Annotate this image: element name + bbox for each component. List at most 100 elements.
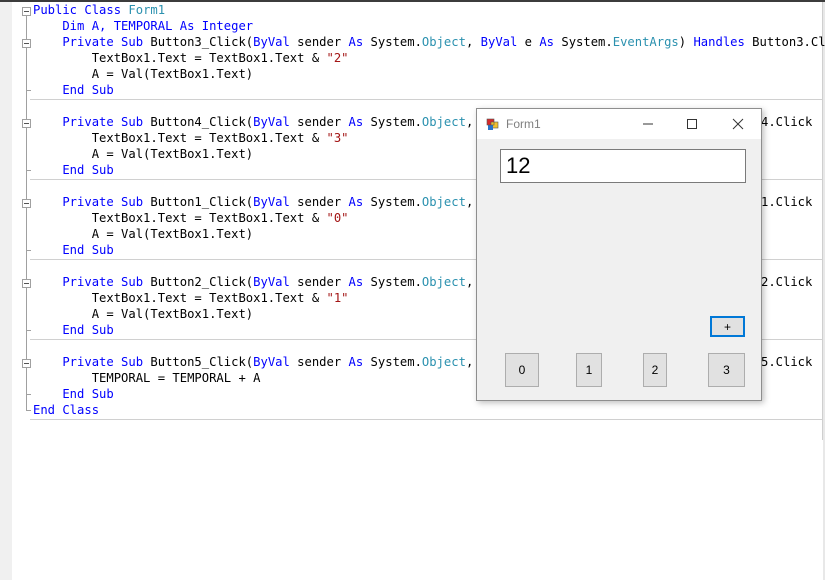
code-line: Dim A, TEMPORAL As Integer bbox=[33, 18, 253, 34]
keyword: Private Sub bbox=[33, 115, 151, 129]
code-line: Private Sub Button2_Click(ByVal sender A… bbox=[33, 274, 495, 290]
collapse-sub5-icon[interactable] bbox=[22, 359, 31, 368]
identifier: TextBox1.Text = TextBox1.Text & bbox=[33, 211, 327, 225]
type-name: Object bbox=[421, 195, 466, 209]
collapse-sub1-icon[interactable] bbox=[22, 199, 31, 208]
keyword: Public Class bbox=[33, 3, 129, 17]
sub5-fold-end bbox=[26, 394, 31, 395]
keyword: As bbox=[539, 35, 555, 49]
editor-left-margin bbox=[0, 2, 12, 580]
form-app-icon bbox=[486, 118, 499, 130]
punctuation: , bbox=[465, 35, 481, 49]
textbox1[interactable]: 12 bbox=[500, 149, 746, 183]
keyword: As bbox=[348, 35, 364, 49]
string-literal: "1" bbox=[326, 291, 349, 305]
code-line: TextBox1.Text = TextBox1.Text & "0" bbox=[33, 210, 349, 226]
close-button[interactable] bbox=[718, 112, 758, 136]
identifier: Button1_Click( bbox=[150, 195, 254, 209]
identifier: Button3_Click( bbox=[150, 35, 254, 49]
code-line: A = Val(TextBox1.Text) bbox=[33, 147, 254, 161]
collapse-class-icon[interactable] bbox=[22, 7, 31, 16]
minimize-button[interactable] bbox=[628, 112, 668, 136]
button-0[interactable]: 0 bbox=[505, 353, 539, 387]
form-titlebar[interactable]: Form1 bbox=[477, 109, 761, 139]
code-line: End Sub bbox=[33, 163, 114, 177]
identifier: Button4_Click( bbox=[150, 115, 254, 129]
identifier: System. bbox=[363, 275, 422, 289]
code-line: Private Sub Button3_Click(ByVal sender A… bbox=[33, 34, 825, 50]
maximize-icon bbox=[687, 119, 697, 129]
identifier: Button5_Click( bbox=[150, 355, 254, 369]
method-separator bbox=[30, 99, 822, 100]
type-name: Form1 bbox=[128, 3, 166, 17]
identifier: e bbox=[517, 35, 540, 49]
button-2[interactable]: 2 bbox=[643, 353, 667, 387]
identifier: System. bbox=[554, 35, 613, 49]
keyword: ByVal bbox=[253, 35, 290, 49]
sub2-fold-end bbox=[26, 330, 31, 331]
form-title: Form1 bbox=[506, 117, 541, 131]
code-line: End Sub bbox=[33, 323, 114, 337]
collapse-sub3-icon[interactable] bbox=[22, 39, 31, 48]
code-line: A = Val(TextBox1.Text) bbox=[33, 307, 254, 321]
punctuation: ) bbox=[678, 35, 694, 49]
identifier: System. bbox=[363, 195, 422, 209]
type-name: Object bbox=[421, 275, 466, 289]
keyword: Private Sub bbox=[33, 355, 151, 369]
code-line-tail: 1.Click bbox=[761, 195, 813, 209]
keyword: ByVal bbox=[253, 115, 290, 129]
sub3-fold-end bbox=[26, 90, 31, 91]
code-line: A = Val(TextBox1.Text) bbox=[33, 67, 254, 81]
collapse-sub4-icon[interactable] bbox=[22, 119, 31, 128]
string-literal: "2" bbox=[326, 51, 349, 65]
keyword: As bbox=[348, 115, 364, 129]
type-name: EventArgs bbox=[612, 35, 679, 49]
close-icon bbox=[732, 118, 744, 130]
button-3[interactable]: 3 bbox=[708, 353, 745, 387]
class-fold-line bbox=[26, 16, 27, 410]
code-line: A = Val(TextBox1.Text) bbox=[33, 227, 254, 241]
button-1[interactable]: 1 bbox=[576, 353, 602, 387]
code-line: Private Sub Button4_Click(ByVal sender A… bbox=[33, 114, 495, 130]
keyword: ByVal bbox=[253, 195, 290, 209]
identifier: sender bbox=[289, 275, 349, 289]
keyword: Private Sub bbox=[33, 275, 151, 289]
type-name: Object bbox=[421, 35, 466, 49]
collapse-sub2-icon[interactable] bbox=[22, 279, 31, 288]
type-name: Object bbox=[421, 355, 466, 369]
identifier: System. bbox=[363, 115, 422, 129]
sub1-fold-end bbox=[26, 250, 31, 251]
type-name: Object bbox=[421, 115, 466, 129]
keyword: ByVal bbox=[253, 275, 290, 289]
code-line: TextBox1.Text = TextBox1.Text & "1" bbox=[33, 290, 349, 306]
identifier: TextBox1.Text = TextBox1.Text & bbox=[33, 51, 327, 65]
class-end-separator bbox=[30, 419, 822, 420]
code-line: End Class bbox=[33, 403, 100, 417]
code-line: Private Sub Button5_Click(ByVal sender A… bbox=[33, 354, 495, 370]
form1-window[interactable]: Form1 12 + 0 1 2 3 bbox=[476, 108, 762, 401]
keyword: ByVal bbox=[480, 35, 518, 49]
code-line: TEMPORAL = TEMPORAL + A bbox=[33, 371, 261, 385]
code-line: Public Class Form1 bbox=[33, 2, 165, 18]
identifier: sender bbox=[289, 355, 349, 369]
identifier: TextBox1.Text = TextBox1.Text & bbox=[33, 131, 327, 145]
identifier: Button2_Click( bbox=[150, 275, 254, 289]
code-line: End Sub bbox=[33, 387, 114, 401]
code-line: Private Sub Button1_Click(ByVal sender A… bbox=[33, 194, 495, 210]
keyword: Private Sub bbox=[33, 195, 151, 209]
identifier: Button3.Click bbox=[752, 35, 825, 49]
keyword: ByVal bbox=[253, 355, 290, 369]
class-fold-end bbox=[26, 410, 31, 411]
plus-button[interactable]: + bbox=[710, 316, 745, 337]
code-line: TextBox1.Text = TextBox1.Text & "3" bbox=[33, 130, 349, 146]
identifier: TextBox1.Text = TextBox1.Text & bbox=[33, 291, 327, 305]
keyword: Private Sub bbox=[33, 35, 151, 49]
keyword: As bbox=[348, 275, 364, 289]
code-line: TextBox1.Text = TextBox1.Text & "2" bbox=[33, 50, 349, 66]
code-line: End Sub bbox=[33, 83, 114, 97]
maximize-button[interactable] bbox=[672, 112, 712, 136]
string-literal: "3" bbox=[326, 131, 349, 145]
keyword: As bbox=[348, 355, 364, 369]
sub4-fold-end bbox=[26, 170, 31, 171]
string-literal: "0" bbox=[326, 211, 349, 225]
